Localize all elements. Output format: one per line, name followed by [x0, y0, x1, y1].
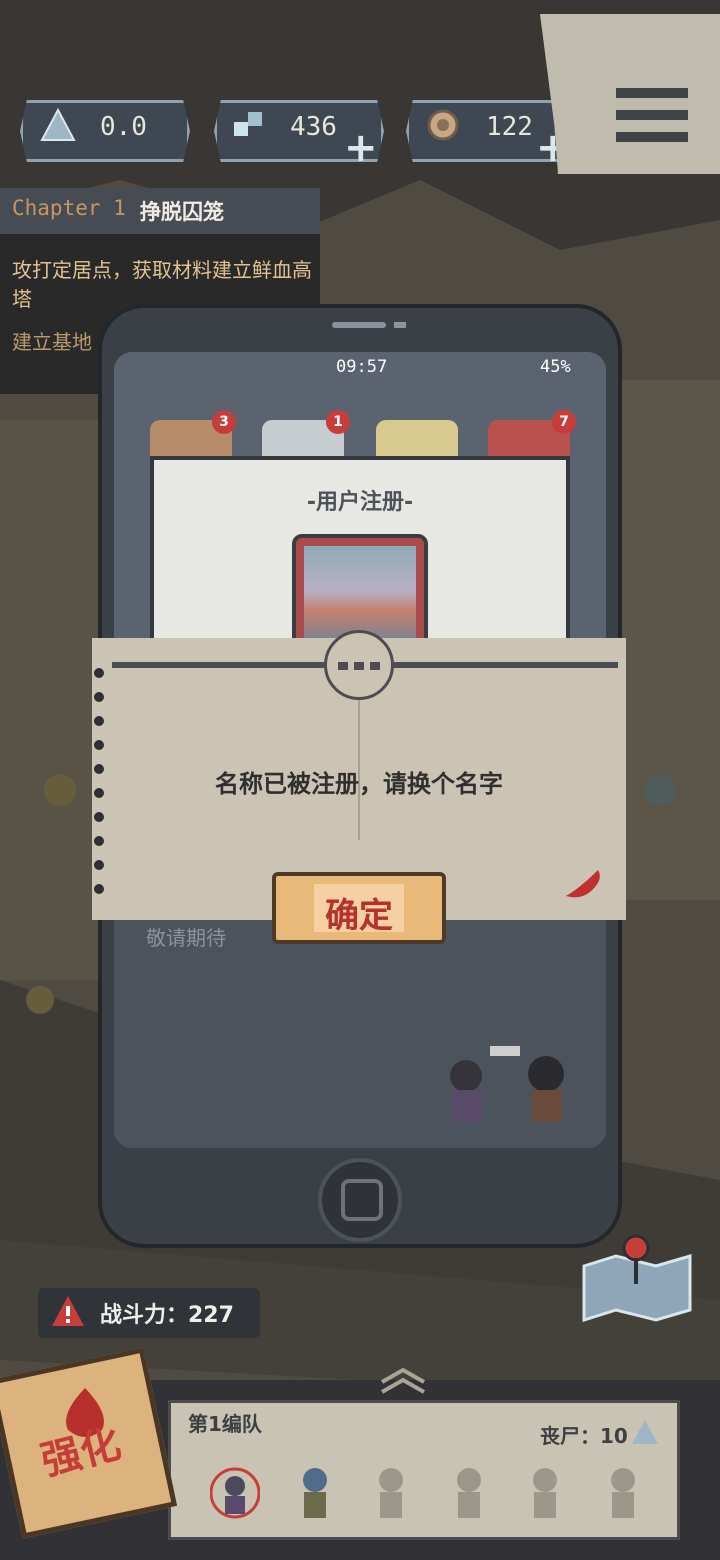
coming-soon-text: 敬请期待: [146, 926, 226, 950]
app-badge: 1: [326, 410, 350, 434]
binding-ring: [94, 716, 104, 726]
team-slot-2[interactable]: [290, 1464, 340, 1522]
dialog-message: 名称已被注册，请换个名字: [215, 770, 503, 798]
hamburger-line: [616, 132, 688, 142]
dialog-top-line: [112, 662, 324, 668]
team-slot-5[interactable]: [520, 1464, 570, 1522]
characters-sprite: [450, 1046, 564, 1122]
binding-ring: [94, 860, 104, 870]
combat-power-label: 战斗力：227: [100, 1303, 234, 1328]
team-slot-4[interactable]: [444, 1464, 494, 1522]
warning-icon: [52, 1296, 84, 1326]
team-slot-1[interactable]: [210, 1464, 260, 1522]
blood-splatter-icon: [566, 870, 600, 898]
resource-coin-value: 122: [486, 112, 533, 142]
ellipsis-icon: [338, 662, 380, 670]
pyramid-icon: [40, 108, 76, 141]
resource-pyramid-value: 0.0: [100, 112, 147, 142]
hamburger-line: [616, 110, 688, 120]
register-title: -用户注册-: [306, 490, 414, 515]
map-pin-icon[interactable]: [580, 1232, 694, 1322]
confirm-button-label: 确定: [325, 896, 393, 936]
phone-time: 09:57: [336, 357, 388, 377]
phone-speaker: [332, 322, 386, 328]
dialog-top-line: [394, 662, 618, 668]
home-square-icon: [341, 1179, 383, 1221]
chevron-up-icon[interactable]: [378, 1364, 428, 1394]
pyramid-icon: [632, 1420, 658, 1444]
add-gem-button[interactable]: +: [344, 128, 378, 168]
team-slot-3[interactable]: [366, 1464, 416, 1522]
binding-ring: [94, 740, 104, 750]
hamburger-menu-icon: [616, 88, 688, 98]
team-slot-6[interactable]: [598, 1464, 648, 1522]
binding-ring: [94, 668, 104, 678]
chapter-label: Chapter 1: [12, 196, 126, 220]
coin-icon: [427, 109, 459, 141]
binding-ring: [94, 884, 104, 894]
quest-subtask: 建立基地: [12, 330, 92, 354]
app-badge: 3: [212, 410, 236, 434]
phone-battery: 45%: [540, 357, 571, 377]
binding-ring: [94, 836, 104, 846]
resource-gem-value: 436: [290, 112, 337, 142]
zombie-count: 丧尸：10: [540, 1424, 628, 1448]
phone-camera: [394, 322, 406, 328]
team-name[interactable]: 第1编队: [188, 1408, 262, 1437]
gem-icon: [234, 112, 262, 136]
chapter-name: 挣脱囚笼: [140, 200, 224, 224]
binding-ring: [94, 692, 104, 702]
binding-ring: [94, 812, 104, 822]
app-badge: 7: [552, 410, 576, 434]
